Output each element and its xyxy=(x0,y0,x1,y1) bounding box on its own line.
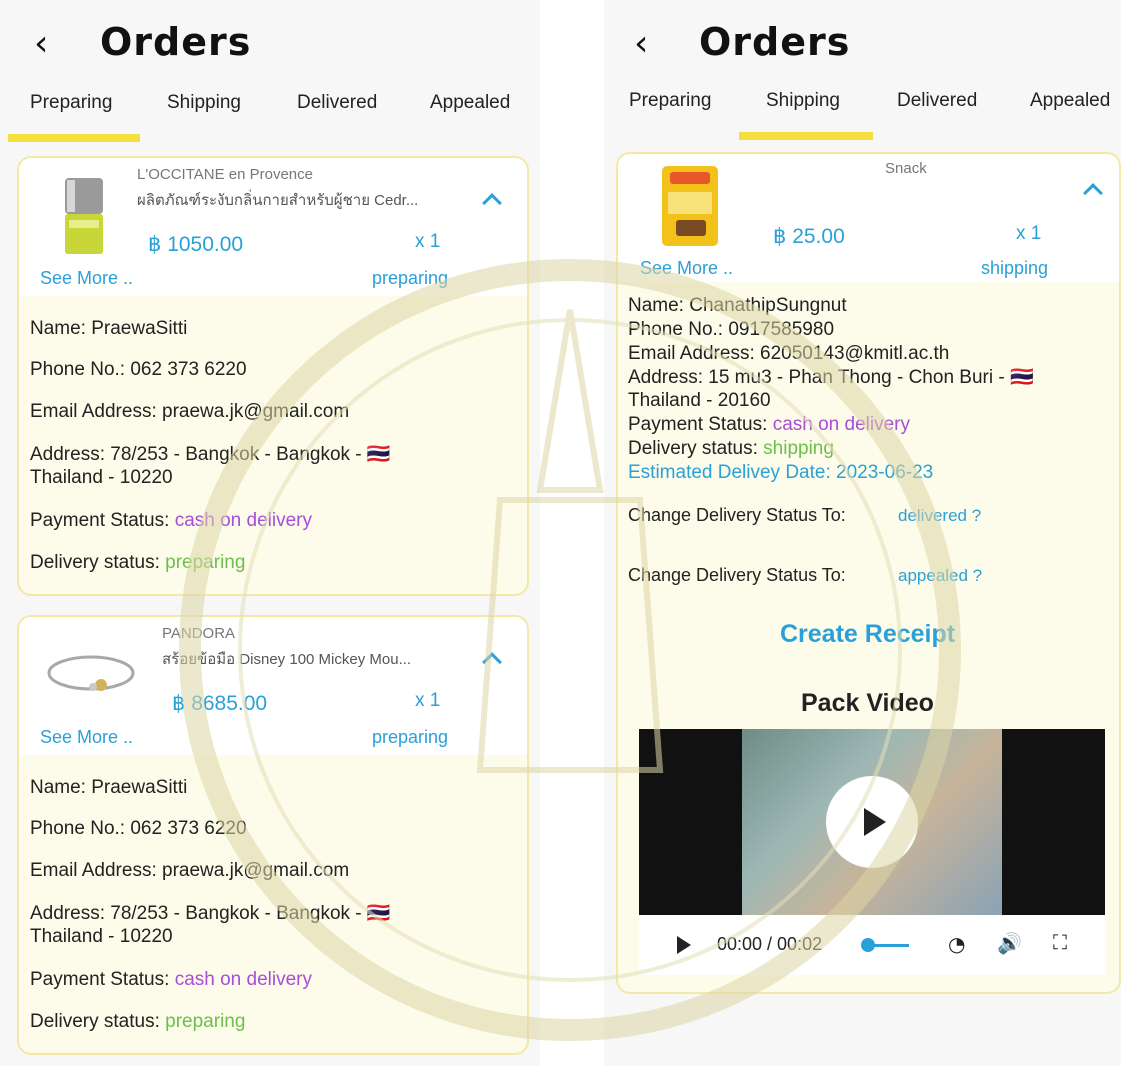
tab-preparing[interactable]: Preparing xyxy=(629,90,711,112)
customer-email: Email Address: praewa.jk@gmail.com xyxy=(30,401,350,422)
page-title: Orders xyxy=(100,20,252,64)
page-title: Orders xyxy=(699,20,851,64)
mark-delivered-link[interactable]: delivered ? xyxy=(898,506,981,526)
playback-speed-icon[interactable]: ◔ xyxy=(948,932,965,956)
customer-email: Email Address: praewa.jk@gmail.com xyxy=(30,860,350,881)
tab-shipping[interactable]: Shipping xyxy=(167,92,241,114)
customer-address-line2: Thailand - 10220 xyxy=(30,926,173,947)
customer-name: Name: PraewaSitti xyxy=(30,318,188,339)
volume-icon[interactable]: 🔊 xyxy=(997,931,1022,955)
product-price: ฿ 1050.00 xyxy=(148,233,244,256)
see-more-link[interactable]: See More .. xyxy=(640,258,733,279)
payment-status-value: cash on delivery xyxy=(174,510,312,531)
tab-delivered[interactable]: Delivered xyxy=(297,92,377,114)
fullscreen-icon[interactable]: ⛶ xyxy=(1053,930,1067,954)
payment-status-value: cash on delivery xyxy=(174,969,312,990)
header: ‹ Orders xyxy=(604,0,1121,80)
delivery-status-label: Delivery status: xyxy=(628,438,764,459)
customer-name: Name: PraewaSitti xyxy=(30,777,188,798)
payment-status: Payment Status: cash on delivery xyxy=(628,414,910,436)
product-price: ฿ 8685.00 xyxy=(172,692,268,715)
order-summary: L'OCCITANE en Provence ผลิตภัณฑ์ระงับกลิ… xyxy=(19,158,527,296)
order-status-label: shipping xyxy=(981,258,1049,278)
customer-email: Email Address: 62050143@kmitl.ac.th xyxy=(628,343,950,364)
change-status-label: Change Delivery Status To: xyxy=(628,565,846,585)
payment-status-label: Payment Status: xyxy=(628,414,773,435)
customer-name: Name: ChanathipSungnut xyxy=(628,295,847,316)
tab-appealed[interactable]: Appealed xyxy=(430,92,510,114)
customer-phone: Phone No.: 062 373 6220 xyxy=(30,818,247,839)
order-card: L'OCCITANE en Provence ผลิตภัณฑ์ระงับกลิ… xyxy=(17,156,529,596)
product-quantity: x 1 xyxy=(415,231,441,252)
product-thumbnail xyxy=(662,166,718,246)
delivery-status-value: shipping xyxy=(763,438,834,459)
tab-delivered[interactable]: Delivered xyxy=(897,90,977,112)
customer-address-line2: Thailand - 10220 xyxy=(30,467,173,488)
product-thumbnail xyxy=(47,655,135,691)
order-status-tabs: Preparing Shipping Delivered Appealed xyxy=(0,88,540,144)
see-more-link[interactable]: See More .. xyxy=(40,268,133,289)
see-more-link[interactable]: See More .. xyxy=(40,727,133,748)
play-icon[interactable] xyxy=(826,776,918,868)
delivery-status: Delivery status: preparing xyxy=(30,552,245,574)
pack-video-title: Pack Video xyxy=(801,689,934,717)
collapse-chevron-icon[interactable] xyxy=(482,193,502,213)
customer-address-line2: Thailand - 20160 xyxy=(628,390,771,411)
delivery-status-label: Delivery status: xyxy=(30,1011,166,1032)
payment-status: Payment Status: cash on delivery xyxy=(30,510,312,532)
customer-phone: Phone No.: 0917585980 xyxy=(628,319,835,340)
order-card: PANDORA สร้อยข้อมือ Disney 100 Mickey Mo… xyxy=(17,615,529,1055)
payment-status-label: Payment Status: xyxy=(30,969,175,990)
orders-screen-preparing: ‹ Orders Preparing Shipping Delivered Ap… xyxy=(0,0,540,1066)
brand-name: L'OCCITANE en Provence xyxy=(137,166,313,183)
orders-screen-shipping: ‹ Orders Preparing Shipping Delivered Ap… xyxy=(604,0,1121,1066)
brand-name: Snack xyxy=(885,160,927,177)
product-name: สร้อยข้อมือ Disney 100 Mickey Mou... xyxy=(162,651,412,668)
order-status-label: preparing xyxy=(372,727,449,747)
pack-video-player[interactable]: 00:00 / 00:02 ◔ 🔊 ⛶ xyxy=(639,729,1105,975)
product-quantity: x 1 xyxy=(1016,223,1042,244)
change-status-label: Change Delivery Status To: xyxy=(628,505,846,525)
order-summary: Snack ฿ 25.00 x 1 See More .. shipping xyxy=(618,154,1119,282)
active-tab-indicator xyxy=(739,132,873,140)
delivery-status-label: Delivery status: xyxy=(30,552,166,573)
brand-name: PANDORA xyxy=(162,625,236,642)
delivery-status: Delivery status: shipping xyxy=(628,438,834,460)
video-time: 00:00 / 00:02 xyxy=(717,934,823,954)
product-name: ผลิตภัณฑ์ระงับกลิ่นกายสำหรับผู้ชาย Cedr.… xyxy=(137,192,419,209)
active-tab-indicator xyxy=(8,134,140,142)
payment-status: Payment Status: cash on delivery xyxy=(30,969,312,991)
customer-address-line1: Address: 78/253 - Bangkok - Bangkok - 🇹🇭 xyxy=(30,444,391,465)
customer-address-line1: Address: 15 mu3 - Phan Thong - Chon Buri… xyxy=(628,367,1034,388)
order-summary: PANDORA สร้อยข้อมือ Disney 100 Mickey Mo… xyxy=(19,617,527,755)
back-arrow-icon[interactable]: ‹ xyxy=(634,26,648,62)
video-controls: 00:00 / 00:02 ◔ 🔊 ⛶ xyxy=(639,915,1105,975)
delivery-status-value: preparing xyxy=(165,552,246,573)
product-quantity: x 1 xyxy=(415,690,441,711)
play-icon[interactable] xyxy=(677,936,691,954)
header: ‹ Orders xyxy=(0,0,540,80)
order-status-tabs: Preparing Shipping Delivered Appealed xyxy=(604,88,1121,144)
back-arrow-icon[interactable]: ‹ xyxy=(34,26,48,62)
order-card: Snack ฿ 25.00 x 1 See More .. shipping N… xyxy=(616,152,1121,994)
delivery-status: Delivery status: preparing xyxy=(30,1011,245,1033)
product-price: ฿ 25.00 xyxy=(773,225,845,248)
collapse-chevron-icon[interactable] xyxy=(1083,183,1103,203)
product-thumbnail xyxy=(65,178,103,254)
seek-handle[interactable] xyxy=(861,938,875,952)
mark-appealed-link[interactable]: appealed ? xyxy=(898,566,982,586)
payment-status-label: Payment Status: xyxy=(30,510,175,531)
tab-shipping[interactable]: Shipping xyxy=(766,90,840,112)
customer-address-line1: Address: 78/253 - Bangkok - Bangkok - 🇹🇭 xyxy=(30,903,391,924)
delivery-status-value: preparing xyxy=(165,1011,246,1032)
estimated-delivery-date: Estimated Delivey Date: 2023-06-23 xyxy=(628,462,934,483)
tab-preparing[interactable]: Preparing xyxy=(30,92,112,114)
tab-appealed[interactable]: Appealed xyxy=(1030,90,1110,112)
order-status-label: preparing xyxy=(372,268,449,288)
create-receipt-button[interactable]: Create Receipt xyxy=(780,620,955,649)
customer-phone: Phone No.: 062 373 6220 xyxy=(30,359,247,380)
payment-status-value: cash on delivery xyxy=(772,414,910,435)
collapse-chevron-icon[interactable] xyxy=(482,652,502,672)
seek-bar[interactable] xyxy=(869,944,909,947)
